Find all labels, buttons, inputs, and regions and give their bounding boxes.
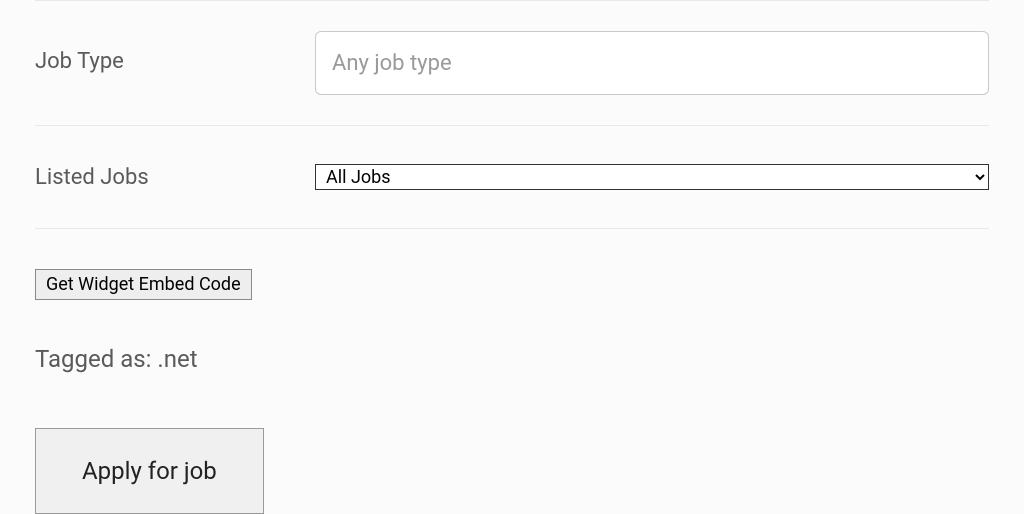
- job-type-row: Job Type: [35, 1, 989, 125]
- listed-jobs-label: Listed Jobs: [35, 165, 315, 190]
- job-type-label: Job Type: [35, 31, 315, 74]
- listed-jobs-row: Listed Jobs All Jobs: [35, 126, 989, 228]
- apply-for-job-button[interactable]: Apply for job: [35, 428, 264, 514]
- job-type-input[interactable]: [315, 31, 989, 95]
- listed-jobs-select[interactable]: All Jobs: [315, 164, 989, 190]
- get-widget-button[interactable]: Get Widget Embed Code: [35, 269, 252, 300]
- tagged-as-text: Tagged as: .net: [35, 345, 989, 373]
